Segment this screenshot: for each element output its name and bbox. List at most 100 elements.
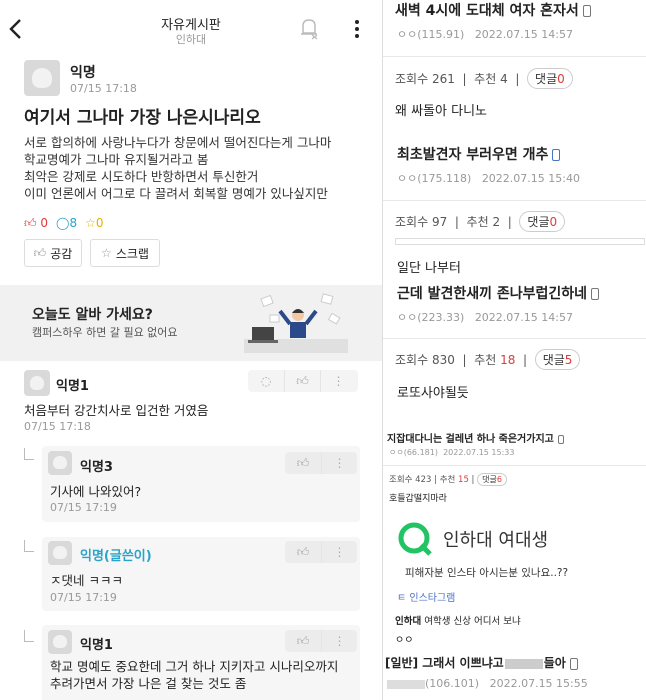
- mobile-icon: [552, 149, 561, 161]
- comment-text: 학교 명예도 중요한데 그거 하나 지키자고 시나리오까지 추려가면서 가장 나…: [50, 658, 338, 692]
- comment-author: 익명1: [56, 379, 89, 394]
- post-title: 여기서 그나마 가장 나은시나리오: [24, 108, 261, 128]
- post-meta: ㅇㅇ(115.91) 2022.07.15 14:57: [397, 28, 573, 41]
- post-title[interactable]: 최초발견자 부러우면 개추: [397, 144, 561, 164]
- scrap-button[interactable]: ☆ 스크랩: [90, 239, 160, 267]
- comment-count-badge[interactable]: 댓글0: [519, 211, 566, 232]
- q-logo-icon: [398, 522, 432, 556]
- comment-actions: 👍︎ ⋮: [285, 630, 357, 652]
- progress-bar: [395, 238, 645, 245]
- comment-count-badge[interactable]: 댓글6: [477, 473, 507, 486]
- thumbs-up-icon[interactable]: 👍︎: [285, 630, 321, 652]
- post-preview-text: 로또사야될듯: [397, 386, 469, 401]
- post-stats: 조회수 830 | 추천 18 | 댓글5: [395, 349, 581, 370]
- reply-icon[interactable]: ◌: [248, 370, 284, 392]
- post-meta: ㅇㅇ(223.33) 2022.07.15 14:57: [397, 311, 573, 324]
- blurred-text: [387, 679, 425, 689]
- post-body-line: 서로 합의하에 사랑나누다가 창문에서 떨어진다는게 그나마: [24, 135, 332, 150]
- post-stats: 조회수 261 | 추천 4 | 댓글0: [395, 68, 573, 89]
- more-menu-button[interactable]: [350, 18, 364, 40]
- card-link[interactable]: ㅌ 인스타그램: [397, 589, 455, 604]
- more-vertical-icon[interactable]: ⋮: [321, 630, 357, 652]
- post-body-line: 최악은 강제로 시도하다 반항하면서 투신한거: [24, 169, 259, 184]
- post-body-line: 이미 언론에서 어그로 다 끌려서 회복할 명예가 있나싶지만: [24, 186, 328, 201]
- post-body-line: 학교명예가 그나마 유지될거라고 봄: [24, 152, 209, 167]
- avatar: [48, 541, 72, 565]
- post-title[interactable]: 새벽 4시에 도대체 여자 혼자서: [395, 0, 591, 20]
- comment-time: 07/15 17:19: [50, 501, 117, 514]
- avatar: [48, 451, 72, 475]
- left-screenshot: 자유게시판 인하대 익명 07/15 17:18 여기서 그나마 가장 나은시나…: [0, 0, 382, 700]
- thumbs-up-icon[interactable]: 👍︎: [285, 541, 321, 563]
- divider: [383, 338, 646, 339]
- thumbs-up-icon[interactable]: 👍︎: [285, 452, 321, 474]
- blurred-text: [504, 658, 543, 669]
- board-subtitle: 인하대: [175, 33, 207, 46]
- star-icon: ☆: [101, 246, 112, 260]
- mobile-icon: [557, 434, 564, 444]
- comment-author-op: 익명(글쓴이): [80, 549, 152, 564]
- right-screenshot: 새벽 4시에 도대체 여자 혼자서 ㅇㅇ(115.91) 2022.07.15 …: [383, 0, 646, 700]
- search-result-line[interactable]: 인하대 여학생 신상 어디서 보냐: [395, 613, 521, 627]
- post-title[interactable]: 근데 발견한새끼 존나부럽긴하네: [397, 283, 600, 303]
- comment-count-badge[interactable]: 댓글5: [534, 349, 581, 370]
- comment-time: 07/15 17:19: [50, 591, 117, 604]
- like-count: 👍︎ 0: [24, 216, 49, 230]
- ad-subtitle: 캠퍼스하우 하면 갈 필요 없어요: [32, 326, 178, 339]
- comment-time: 07/15 17:18: [24, 420, 91, 433]
- ad-title: 오늘도 알바 가세요?: [32, 307, 153, 323]
- comment-text-line: 학교 명예도 중요한데 그거 하나 지키자고 시나리오까지: [50, 659, 339, 674]
- post-meta: ㅇㅇ(66.181) 2022.07.15 15:33: [389, 448, 515, 457]
- more-vertical-icon[interactable]: ⋮: [321, 541, 357, 563]
- card-description: 피해자분 인스타 아시는분 있나요..??: [405, 567, 569, 579]
- avatar: [24, 370, 50, 396]
- more-vertical-icon[interactable]: ⋮: [321, 452, 357, 474]
- like-button[interactable]: 👍︎ 공감: [24, 239, 82, 267]
- post-body: 서로 합의하에 사랑나누다가 창문에서 떨어진다는게 그나마 학교명예가 그나마…: [24, 134, 331, 202]
- more-vertical-icon[interactable]: ⋮: [320, 370, 356, 392]
- notification-off-button[interactable]: [298, 16, 320, 40]
- post-preview-text: 일단 나부터: [397, 261, 461, 276]
- comment-icon: ◯: [56, 216, 70, 230]
- comment-author: 익명3: [80, 460, 113, 475]
- mobile-icon: [569, 657, 578, 670]
- comment-actions: 👍︎ ⋮: [285, 452, 357, 474]
- star-icon: ☆: [85, 216, 96, 230]
- comment-text: ㅈ댓네 ㅋㅋㅋ: [50, 573, 123, 588]
- avatar: [24, 60, 60, 96]
- scrap-count: ☆0: [85, 216, 104, 230]
- post-meta: ㅇㅇ(175.118) 2022.07.15 15:40: [397, 172, 580, 185]
- divider: [383, 56, 646, 57]
- bell-off-icon: [301, 19, 318, 40]
- comment-count-badge[interactable]: 댓글0: [527, 68, 573, 89]
- comment-actions: 👍︎ ⋮: [285, 541, 357, 563]
- post-title[interactable]: [일반] 그래서 이쁘냐고 들아: [385, 654, 578, 671]
- comment-count: ◯8: [56, 216, 78, 230]
- divider: [383, 465, 646, 466]
- post-preview-text: 호들갑떨지마라: [389, 494, 447, 504]
- ad-illustration: [244, 293, 348, 353]
- reply-arrow-icon: [24, 540, 34, 552]
- comment-text: 처음부터 강간치사로 입건한 거였음: [24, 403, 209, 418]
- post-title[interactable]: 지잡대다니는 걸레년 하나 죽은거가지고: [387, 430, 564, 445]
- post-preview-text: 왜 싸돌아 다니노: [395, 104, 487, 119]
- card-name: 인하대 여대생: [443, 530, 549, 551]
- post-stats: 👍︎ 0 ◯8 ☆0: [24, 216, 104, 231]
- avatar: [48, 630, 72, 654]
- more-vertical-icon: [355, 20, 359, 38]
- thumbs-up-icon: 👍︎: [33, 245, 47, 260]
- search-result-user: ㅇㅇ: [395, 635, 414, 646]
- post-stats: 조회수 97 | 추천 2 | 댓글0: [395, 211, 566, 232]
- thumbs-up-icon[interactable]: 👍︎: [284, 370, 320, 392]
- post-time: 07/15 17:18: [70, 82, 137, 95]
- mobile-icon: [582, 5, 591, 17]
- post-meta: (106.101) 2022.07.15 15:55: [387, 677, 588, 690]
- reply-arrow-icon: [24, 448, 34, 460]
- divider: [383, 200, 646, 201]
- comment-author: 익명1: [80, 638, 113, 653]
- post-author: 익명: [70, 65, 96, 81]
- reply-arrow-icon: [24, 630, 34, 642]
- thumbs-up-icon: 👍︎: [24, 216, 37, 230]
- post-stats: 조회수 423 | 추천 15 | 댓글6: [389, 473, 507, 486]
- ad-banner[interactable]: 오늘도 알바 가세요? 캠퍼스하우 하면 갈 필요 없어요: [0, 285, 382, 361]
